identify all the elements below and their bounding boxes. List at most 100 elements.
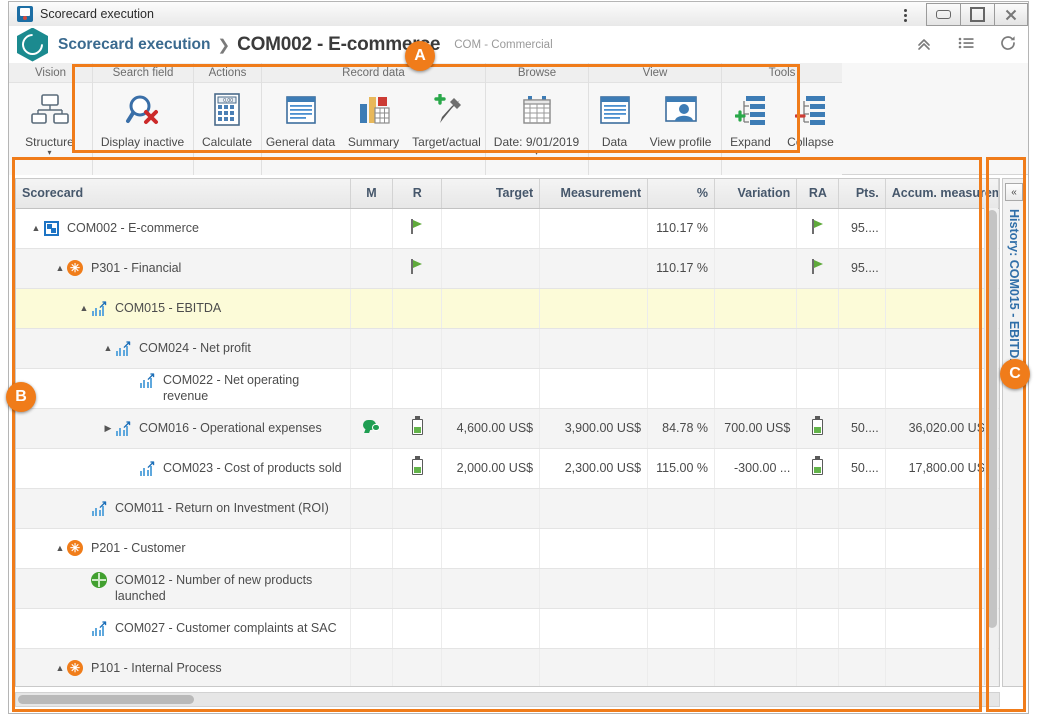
structure-button[interactable]: Structure ▾ — [9, 89, 91, 157]
cell-r[interactable] — [392, 488, 443, 529]
cell-measurement[interactable] — [539, 368, 649, 409]
row-name-cell[interactable]: ▲ ↗ COM024 - Net profit — [16, 328, 351, 369]
close-button[interactable] — [994, 3, 1028, 26]
cell-measurement[interactable] — [539, 488, 649, 529]
row-expand-toggle[interactable]: ▲ — [54, 260, 66, 276]
cell-target[interactable] — [441, 368, 541, 409]
table-vertical-scrollbar[interactable] — [984, 208, 998, 685]
cell-measurement[interactable] — [539, 528, 649, 569]
cell-target[interactable] — [441, 288, 541, 329]
row-name-cell[interactable]: ↗ COM011 - Return on Investment (ROI) — [16, 488, 351, 529]
chevron-down-icon[interactable]: ▾ — [534, 149, 538, 157]
cell-ra[interactable] — [796, 208, 840, 249]
cell-target[interactable] — [441, 608, 541, 649]
column-header-variation[interactable]: Variation — [714, 179, 798, 209]
row-name-cell[interactable]: ↗ COM027 - Customer complaints at SAC — [16, 608, 351, 649]
cell-m[interactable] — [350, 648, 394, 686]
cell-target[interactable] — [441, 488, 541, 529]
column-header-pts[interactable]: Pts. — [838, 179, 886, 209]
cell-m[interactable] — [350, 288, 394, 329]
column-header-percent[interactable]: % — [647, 179, 715, 209]
collapse-all-icon[interactable] — [914, 33, 934, 53]
cell-measurement[interactable] — [539, 608, 649, 649]
cell-measurement[interactable]: 3,900.00 US$ — [539, 408, 649, 449]
cell-r[interactable] — [392, 568, 443, 609]
row-expand-toggle[interactable]: ▲ — [102, 340, 114, 356]
cell-m[interactable] — [350, 328, 394, 369]
cell-target[interactable] — [441, 648, 541, 686]
cell-r[interactable] — [392, 288, 443, 329]
column-header-scorecard[interactable]: Scorecard — [16, 179, 351, 209]
cell-ra[interactable] — [796, 328, 840, 369]
cell-r[interactable] — [392, 648, 443, 686]
target-actual-button[interactable]: Target/actual — [408, 89, 486, 149]
summary-button[interactable]: Summary — [340, 89, 408, 149]
column-header-r[interactable]: R — [392, 179, 443, 209]
row-expand-toggle[interactable]: ▲ — [78, 300, 90, 316]
collapse-button[interactable]: Collapse — [780, 89, 842, 149]
window-menu-button[interactable] — [898, 6, 912, 24]
cell-m[interactable] — [350, 488, 394, 529]
cell-target[interactable] — [441, 528, 541, 569]
cell-ra[interactable] — [796, 448, 840, 489]
cell-target[interactable] — [441, 208, 541, 249]
cell-r[interactable] — [392, 608, 443, 649]
row-name-cell[interactable]: ▲ ✳ P301 - Financial — [16, 248, 351, 289]
history-panel-title[interactable]: History: COM015 - EBITDA — [1007, 209, 1021, 367]
cell-ra[interactable] — [796, 608, 840, 649]
cell-m[interactable] — [350, 568, 394, 609]
row-name-cell[interactable]: ▶ ↗ COM016 - Operational expenses — [16, 408, 351, 449]
cell-r[interactable] — [392, 328, 443, 369]
cell-measurement[interactable] — [539, 208, 649, 249]
cell-measurement[interactable]: 2,300.00 US$ — [539, 448, 649, 489]
cell-target[interactable]: 4,600.00 US$ — [441, 408, 541, 449]
table-row[interactable]: ▲ ✳ P301 - Financial 110.17 % 95.... — [16, 248, 999, 289]
table-row[interactable]: ↗ COM011 - Return on Investment (ROI) — [16, 488, 999, 529]
cell-r[interactable] — [392, 408, 443, 449]
table-row[interactable]: ↗ COM023 - Cost of products sold 2,000.00 … — [16, 448, 999, 489]
table-row[interactable]: ↗ COM022 - Net operating revenue — [16, 368, 999, 409]
column-header-m[interactable]: M — [350, 179, 394, 209]
table-row[interactable]: ▲ COM002 - E-commerce 110.17 % 95.... — [16, 208, 999, 249]
cell-measurement[interactable] — [539, 288, 649, 329]
scrollbar-thumb[interactable] — [18, 695, 194, 704]
cell-measurement[interactable] — [539, 568, 649, 609]
cell-ra[interactable] — [796, 648, 840, 686]
row-expand-toggle[interactable]: ▲ — [54, 660, 66, 676]
table-row[interactable]: ▲ ✳ P201 - Customer — [16, 528, 999, 569]
cell-m[interactable] — [350, 208, 394, 249]
cell-r[interactable] — [392, 528, 443, 569]
cell-target[interactable] — [441, 568, 541, 609]
refresh-icon[interactable] — [998, 33, 1018, 53]
cell-m[interactable] — [350, 248, 394, 289]
cell-measurement[interactable] — [539, 328, 649, 369]
cell-ra[interactable] — [796, 288, 840, 329]
date-button[interactable]: Date: 9/01/2019 ▾ — [486, 89, 588, 157]
column-header-accum[interactable]: Accum. measurem — [885, 179, 999, 209]
table-row[interactable]: ▲ ↗ COM024 - Net profit — [16, 328, 999, 369]
table-row[interactable]: ▲ ✳ P101 - Internal Process — [16, 648, 999, 686]
row-name-cell[interactable]: ▲ ✳ P101 - Internal Process — [16, 648, 351, 686]
cell-ra[interactable] — [796, 408, 840, 449]
general-data-button[interactable]: General data — [262, 89, 340, 149]
row-expand-toggle[interactable]: ▲ — [54, 540, 66, 556]
breadcrumb-root[interactable]: Scorecard execution — [58, 36, 210, 54]
expand-button[interactable]: Expand — [722, 89, 780, 149]
cell-target[interactable] — [441, 248, 541, 289]
table-row[interactable]: ↗ COM027 - Customer complaints at SAC — [16, 608, 999, 649]
cell-m[interactable] — [350, 368, 394, 409]
column-header-target[interactable]: Target — [441, 179, 541, 209]
display-inactive-button[interactable]: Display inactive — [93, 89, 193, 149]
cell-m[interactable] — [350, 608, 394, 649]
row-name-cell[interactable]: COM012 - Number of new products launched — [16, 568, 351, 609]
table-row[interactable]: COM012 - Number of new products launched — [16, 568, 999, 609]
maximize-button[interactable] — [960, 3, 994, 26]
scrollbar-thumb[interactable] — [987, 210, 997, 628]
data-button[interactable]: Data — [589, 89, 641, 149]
table-row[interactable]: ▶ ↗ COM016 - Operational expenses 4,600.00 … — [16, 408, 999, 449]
cell-target[interactable]: 2,000.00 US$ — [441, 448, 541, 489]
view-profile-button[interactable]: View profile — [641, 89, 721, 149]
chevron-down-icon[interactable]: ▾ — [47, 149, 51, 157]
cell-m[interactable] — [350, 408, 394, 449]
column-header-ra[interactable]: RA — [796, 179, 840, 209]
